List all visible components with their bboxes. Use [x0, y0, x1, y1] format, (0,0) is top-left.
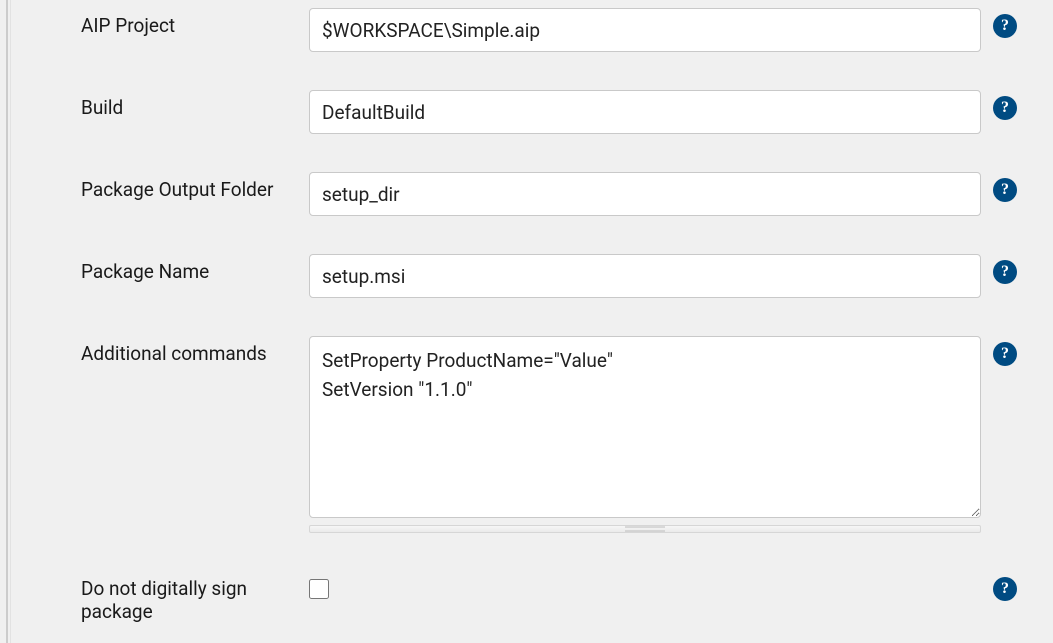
row-build: Build ? — [19, 90, 1033, 134]
row-additional-commands: Additional commands ? — [19, 336, 1033, 533]
help-icon[interactable]: ? — [993, 14, 1017, 38]
build-settings-form: AIP Project ? Build ? Package Output Fol… — [10, 0, 1053, 643]
row-package-name: Package Name ? — [19, 254, 1033, 298]
row-package-output-folder: Package Output Folder ? — [19, 172, 1033, 216]
checkbox-do-not-sign[interactable] — [309, 579, 329, 599]
label-do-not-sign: Do not digitally sign package — [19, 571, 309, 623]
label-aip-project: AIP Project — [19, 8, 309, 37]
help-icon[interactable]: ? — [993, 577, 1017, 601]
input-package-output-folder[interactable] — [309, 172, 981, 216]
help-icon[interactable]: ? — [993, 260, 1017, 284]
label-additional-commands: Additional commands — [19, 336, 309, 365]
row-do-not-sign: Do not digitally sign package ? — [19, 571, 1033, 623]
resize-grip[interactable] — [309, 525, 981, 533]
label-build: Build — [19, 90, 309, 119]
input-package-name[interactable] — [309, 254, 981, 298]
help-icon[interactable]: ? — [993, 96, 1017, 120]
label-package-name: Package Name — [19, 254, 309, 283]
textarea-additional-commands[interactable] — [309, 336, 981, 518]
input-aip-project[interactable] — [309, 8, 981, 52]
input-build[interactable] — [309, 90, 981, 134]
row-aip-project: AIP Project ? — [19, 8, 1033, 52]
help-icon[interactable]: ? — [993, 342, 1017, 366]
help-icon[interactable]: ? — [993, 178, 1017, 202]
label-package-output-folder: Package Output Folder — [19, 172, 309, 201]
